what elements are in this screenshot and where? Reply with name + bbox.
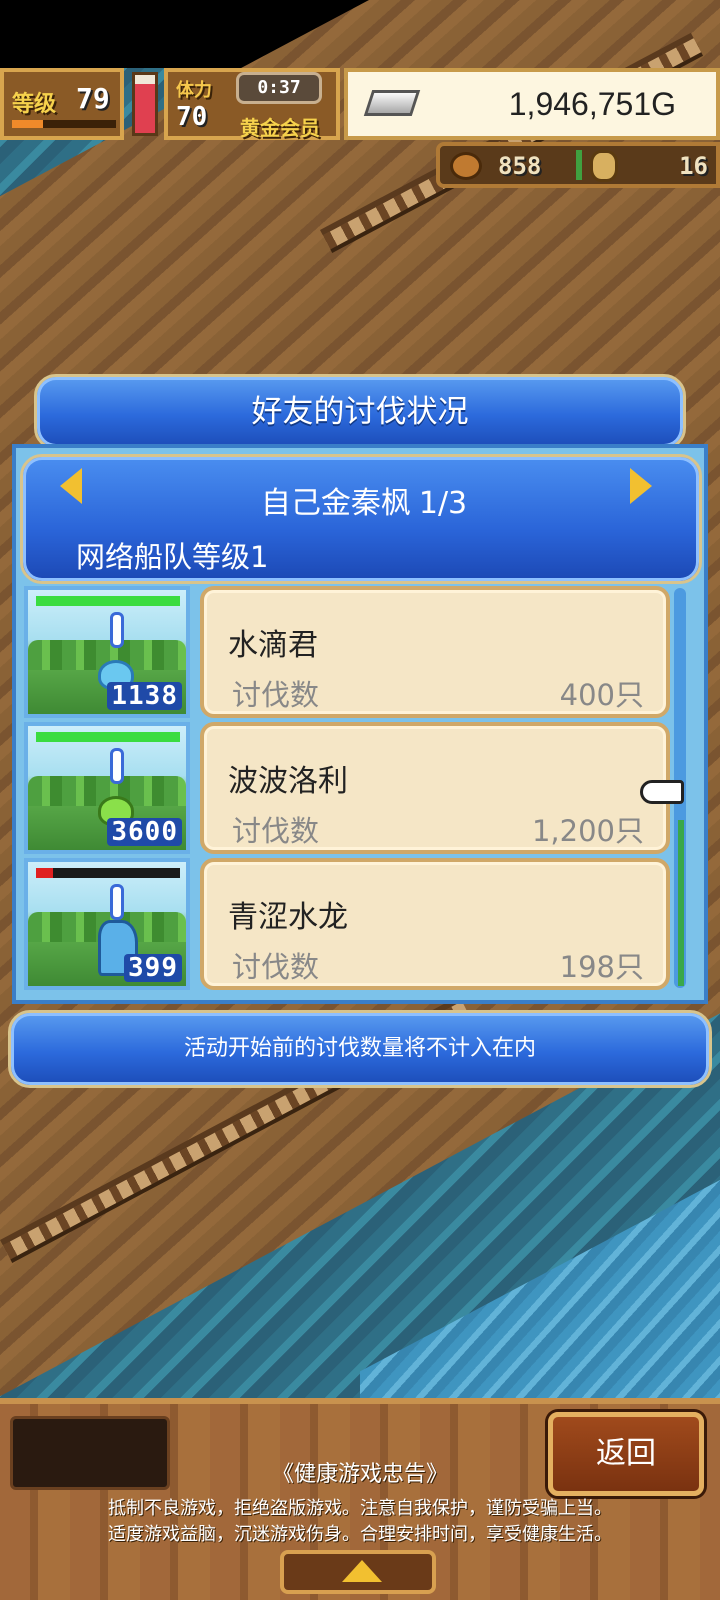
monster-hp-bar xyxy=(36,596,180,606)
medal-value: 16 xyxy=(679,152,708,180)
kill-count-label: 讨伐数 xyxy=(232,950,320,984)
monster-thumbnail: 3600 xyxy=(24,722,190,854)
monster-hp-fill xyxy=(36,596,180,606)
health-advice-line-2: 适度游戏益脑，沉迷游戏伤身。合理安排时间，享受健康生活。 xyxy=(108,1524,612,1545)
resource-divider xyxy=(576,150,582,180)
level-exp-bar xyxy=(12,120,116,128)
coin-value: 858 xyxy=(498,152,542,180)
kill-count-value: 400只 xyxy=(559,678,644,712)
monster-name: 水滴君 xyxy=(228,628,318,663)
exclamation-icon xyxy=(110,612,124,648)
stamina-value: 70 xyxy=(176,102,208,132)
stamina-timer: 0:37 xyxy=(236,72,322,104)
medal-icon xyxy=(590,150,618,182)
notice-bar: 活动开始前的讨伐数量将不计入在内 xyxy=(8,1010,712,1088)
notice-text: 活动开始前的讨伐数量将不计入在内 xyxy=(183,1036,536,1061)
health-advice-title: 《健康游戏忠告》 xyxy=(271,1462,448,1487)
money-panel: 1,946,751G xyxy=(344,68,720,140)
food-coin-icon xyxy=(450,152,482,180)
exclamation-icon xyxy=(110,748,124,784)
list-scrollbar-thumb[interactable] xyxy=(678,820,684,986)
friend-name: 自己金秦枫 xyxy=(260,486,411,521)
monster-count-badge: 399 xyxy=(124,954,182,982)
monster-count-badge: 1138 xyxy=(107,682,182,710)
monster-name: 波波洛利 xyxy=(228,764,348,799)
monster-thumbnail: 399 xyxy=(24,858,190,990)
stamina-gauge-fill xyxy=(135,83,155,133)
health-advice-line-1: 抵制不良游戏，拒绝盗版游戏。注意自我保护，谨防受骗上当。 xyxy=(108,1498,612,1519)
stamina-label: 体力 xyxy=(176,80,212,101)
resource-panel: 858 16 xyxy=(436,142,720,188)
gold-member-badge[interactable]: 黄金会员 xyxy=(240,112,320,141)
monster-hp-fill xyxy=(36,868,54,878)
dialog-title-bar: 好友的讨伐状况 xyxy=(34,374,686,450)
monster-hp-bar xyxy=(36,868,180,878)
list-item[interactable]: 1138 水滴君 讨伐数 400只 xyxy=(20,586,670,718)
pointing-hand-icon xyxy=(640,780,684,804)
money-value: 1,946,751G xyxy=(508,86,676,122)
dialog-title: 好友的讨伐状况 xyxy=(251,394,469,430)
kill-count-value: 1,200只 xyxy=(531,814,644,848)
exclamation-icon xyxy=(110,884,124,920)
kill-count-value: 198只 xyxy=(559,950,644,984)
kill-count-label: 讨伐数 xyxy=(232,814,320,848)
monster-info-card: 波波洛利 讨伐数 1,200只 xyxy=(200,722,670,854)
monster-name: 青涩水龙 xyxy=(228,900,348,935)
kill-count-label: 讨伐数 xyxy=(232,678,320,712)
expand-menu-button[interactable] xyxy=(280,1550,436,1594)
list-item[interactable]: 399 青涩水龙 讨伐数 198只 xyxy=(20,858,670,990)
chevron-up-icon xyxy=(342,1560,382,1582)
level-value: 79 xyxy=(76,82,110,115)
stamina-gauge xyxy=(132,72,158,136)
monster-thumbnail: 1138 xyxy=(24,586,190,718)
monster-info-card: 水滴君 讨伐数 400只 xyxy=(200,586,670,718)
list-item[interactable]: 3600 波波洛利 讨伐数 1,200只 xyxy=(20,722,670,854)
monster-hp-fill xyxy=(36,732,180,742)
level-exp-fill xyxy=(12,120,44,128)
silver-bar-icon xyxy=(363,90,421,116)
friend-page-indicator: 1/3 xyxy=(418,486,468,521)
monster-info-card: 青涩水龙 讨伐数 198只 xyxy=(200,858,670,990)
level-panel: 等级 79 xyxy=(0,68,124,140)
friend-name-line: 自己金秦枫 1/3 xyxy=(0,478,720,522)
monster-list[interactable]: 1138 水滴君 讨伐数 400只 3600 波波洛利 讨伐数 1,200只 3… xyxy=(20,586,690,996)
fleet-level: 网络船队等级1 xyxy=(76,540,269,574)
level-label: 等级 xyxy=(12,92,57,117)
monster-hp-bar xyxy=(36,732,180,742)
monster-count-badge: 3600 xyxy=(107,818,182,846)
